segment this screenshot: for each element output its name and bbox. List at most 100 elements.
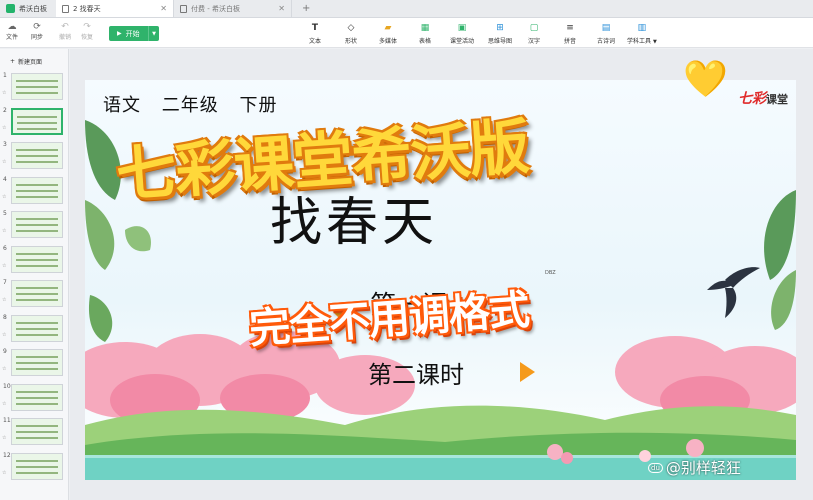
slide-thumbnail[interactable]: 7 ☆ [0, 279, 69, 309]
tool-label: 汉字 [528, 38, 541, 45]
sync-button[interactable]: ⟳ 同步 [26, 22, 48, 41]
subject-tools-button[interactable]: ▥ 学科工具 ▼ [627, 23, 657, 45]
preview-line [16, 362, 58, 364]
tab-lesson[interactable]: 2 找春天 ✕ [56, 0, 174, 17]
slide-number: 6 [3, 244, 7, 252]
close-icon[interactable]: ✕ [278, 4, 285, 13]
slide-preview [11, 280, 63, 307]
preview-line [16, 264, 58, 267]
slide-thumbnail[interactable]: 8 ☆ [0, 314, 69, 344]
heart-icon: 💛 [683, 59, 728, 100]
slide-thumbnail[interactable]: 2 ☆ [0, 107, 69, 137]
preview-line [16, 437, 58, 439]
tool-label: 古诗词 [597, 38, 616, 45]
slide-thumbnail[interactable]: 4 ☆ [0, 176, 69, 206]
slide-thumbnail[interactable]: 6 ☆ [0, 245, 69, 275]
preview-line [16, 333, 58, 336]
close-icon[interactable]: ✕ [160, 4, 167, 13]
preview-line [17, 127, 57, 130]
preview-line [16, 327, 58, 330]
shape-icon: ◇ [347, 23, 355, 33]
star-icon: ☆ [2, 262, 7, 269]
table-tool-button[interactable]: ▦ 表格 [419, 23, 431, 45]
brand-logo: 七彩课堂 [738, 88, 788, 108]
slide-number: 11 [3, 417, 11, 424]
character-icon: ▢ [529, 23, 539, 33]
star-icon: ☆ [2, 469, 7, 476]
brand-mark: 七彩 [738, 91, 766, 107]
tool-label: 学科工具 ▼ [627, 36, 657, 45]
slide-preview [11, 383, 63, 411]
star-icon: ☆ [2, 400, 7, 407]
slide-thumbnail[interactable]: 3 ☆ [0, 141, 69, 171]
class-activity-button[interactable]: ▣ 课堂活动 [450, 23, 474, 45]
slide-thumbnail[interactable]: 10 ☆ [0, 383, 69, 413]
pinyin-button[interactable]: ≡ 拼音 [564, 23, 576, 45]
plus-icon: + [302, 3, 311, 14]
undo-button[interactable]: ↶ 撤销 [54, 22, 76, 41]
slide-thumbnail[interactable]: 11 ☆ [0, 417, 69, 447]
slide-number: 1 [3, 72, 7, 79]
whiteboard-logo-icon [6, 4, 15, 13]
slide-thumbnail[interactable]: 5 ☆ [0, 210, 69, 240]
pinyin-icon: ≡ [566, 23, 574, 33]
slide-number: 12 [3, 451, 11, 459]
slide-preview [11, 107, 63, 135]
slide-preview [11, 245, 63, 273]
new-tab-button[interactable]: + [292, 0, 316, 17]
tool-label: 多媒体 [379, 38, 398, 45]
star-icon: ☆ [2, 435, 7, 441]
shape-tool-button[interactable]: ◇ 形状 [345, 23, 357, 45]
chinese-char-button[interactable]: ▢ 汉字 [528, 23, 540, 45]
mindmap-icon: ⊞ [496, 23, 504, 33]
poetry-button[interactable]: ▤ 古诗词 [597, 23, 615, 45]
tool-label: 拼音 [564, 38, 577, 45]
preview-line [16, 287, 58, 289]
cloud-icon: ☁ [7, 22, 17, 32]
new-page-button[interactable]: + 新建页面 [10, 57, 42, 66]
star-icon: ☆ [2, 331, 7, 338]
start-presentation-button[interactable]: ▶ 开始 ▼ [109, 26, 159, 41]
tab-bar: 希沃白板 2 找春天 ✕ 付费 - 希沃白板 ✕ + [0, 0, 813, 18]
preview-line [16, 92, 58, 94]
text-icon: T [311, 23, 319, 33]
preview-line [16, 161, 58, 163]
tab-paid[interactable]: 付费 - 希沃白板 ✕ [174, 0, 292, 17]
preview-line [16, 402, 58, 405]
star-icon: ☆ [2, 159, 7, 165]
tab-home[interactable]: 希沃白板 [0, 0, 56, 17]
file-menu-button[interactable]: ☁ 文件 [1, 22, 23, 41]
tab-label: 付费 - 希沃白板 [191, 4, 240, 13]
slide-thumbnail[interactable]: 9 ☆ [0, 348, 69, 378]
preview-line [16, 293, 58, 295]
slide-preview [11, 211, 63, 238]
watermark: du @别样轻狂 [648, 457, 741, 478]
preview-line [16, 356, 58, 358]
slide-panel: + 新建页面 1 ☆ 2 ☆ 3 ☆ 4 ☆ 5 ☆ 6 ☆ 7 ☆ 8 ☆ 9 ☆ 10 ☆ 11 ☆ 12 ☆ [0, 49, 69, 500]
preview-line [16, 321, 58, 324]
mindmap-button[interactable]: ⊞ 思维导图 [488, 23, 512, 45]
tool-label: 文本 [309, 38, 322, 45]
preview-line [16, 368, 58, 370]
preview-line [16, 252, 58, 255]
preview-line [16, 465, 58, 468]
preview-line [16, 195, 58, 198]
preview-line [16, 80, 58, 82]
grade-label: 语文 二年级 下册 [103, 95, 278, 116]
preview-line [16, 183, 58, 186]
toolbox-icon: ▥ [637, 23, 647, 33]
media-tool-button[interactable]: ▰ 多媒体 [379, 23, 397, 45]
text-tool-button[interactable]: T 文本 [309, 23, 321, 45]
document-icon [62, 4, 69, 13]
preview-line [16, 390, 58, 393]
plus-icon: + [10, 58, 16, 65]
chevron-down-icon[interactable]: ▼ [148, 26, 159, 41]
watermark-badge: du [648, 462, 663, 473]
preview-line [16, 218, 58, 220]
preview-line [16, 425, 58, 427]
slide-thumbnail[interactable]: 12 ☆ [0, 452, 69, 482]
redo-button[interactable]: ↷ 恢复 [76, 22, 98, 41]
slide-thumbnail[interactable]: 1 ☆ [0, 72, 69, 102]
slide-preview [11, 73, 63, 100]
slide-number: 3 [3, 141, 7, 148]
